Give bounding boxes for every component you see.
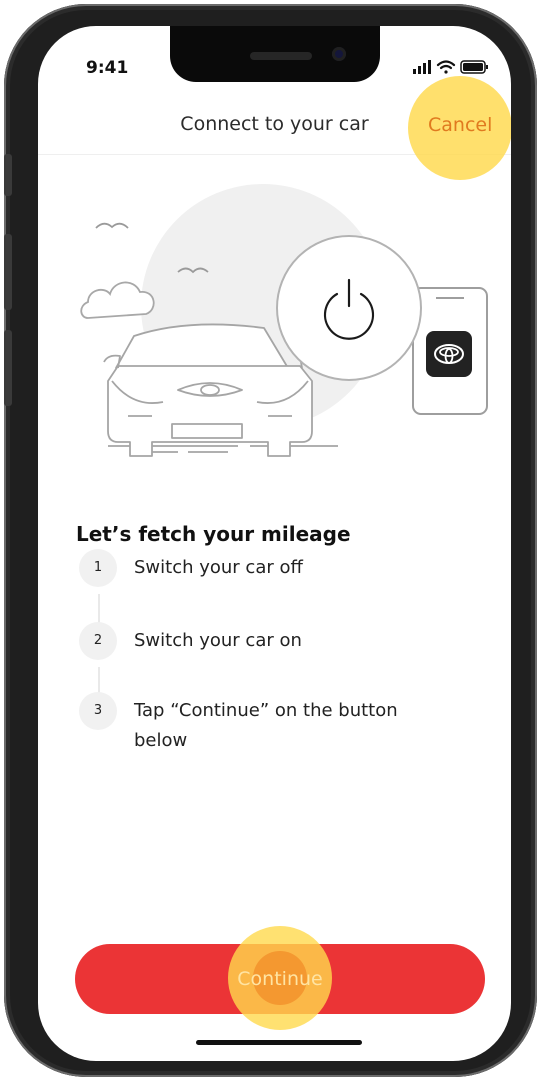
- wifi-icon: [436, 60, 456, 74]
- cancel-button[interactable]: Cancel: [428, 114, 492, 136]
- notch: [170, 26, 380, 82]
- step-text: Tap “Continue” on the button below: [134, 700, 398, 751]
- step-number: 1: [79, 549, 117, 587]
- continue-button-label[interactable]: Continue: [75, 944, 485, 1014]
- status-icons: [413, 60, 488, 74]
- battery-icon: [460, 60, 488, 74]
- speaker: [250, 52, 312, 60]
- toyota-logo-icon: [426, 331, 472, 377]
- step-number: 2: [79, 622, 117, 660]
- status-time: 9:41: [86, 58, 129, 78]
- app-screen: 9:41 Connect to your car Cancel Let’s fe…: [38, 26, 511, 1061]
- step-text: Switch your car on: [134, 630, 302, 651]
- power-button-illustration: [276, 235, 422, 381]
- mute-switch: [4, 154, 12, 196]
- volume-up-button: [4, 234, 12, 310]
- step-number: 3: [79, 692, 117, 730]
- section-heading: Let’s fetch your mileage: [76, 522, 351, 546]
- step-text: Switch your car off: [134, 557, 303, 578]
- phone-frame: 9:41 Connect to your car Cancel Let’s fe…: [4, 4, 537, 1077]
- connect-car-illustration: [80, 184, 488, 457]
- volume-down-button: [4, 330, 12, 406]
- signal-icon: [413, 60, 431, 74]
- front-camera: [332, 47, 346, 61]
- phone-illustration: [412, 287, 488, 415]
- home-indicator: [196, 1040, 362, 1045]
